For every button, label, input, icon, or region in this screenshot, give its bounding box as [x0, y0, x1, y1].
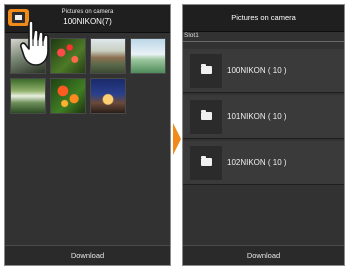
folder-icon	[201, 64, 212, 74]
folder-icon-box	[190, 146, 222, 180]
folder-icon-box	[190, 100, 222, 134]
folder-row-101nikon[interactable]: 101NIKON ( 10 )	[183, 95, 344, 139]
right-download-button[interactable]: Download	[183, 245, 344, 265]
transition-arrow-icon	[173, 123, 181, 155]
left-screen: Pictures on camera 100NIKON(7) Download	[4, 4, 171, 266]
folder-name: 100NIKON ( 10 )	[227, 66, 287, 75]
folder-row-100nikon[interactable]: 100NIKON ( 10 )	[183, 49, 344, 93]
tap-hand-icon	[20, 20, 49, 66]
right-header-title: Pictures on camera	[183, 5, 344, 32]
folder-icon	[201, 110, 212, 120]
right-screen: Pictures on camera Slot1 100NIKON ( 10 )…	[182, 4, 345, 266]
photo-thumbnail[interactable]	[10, 78, 46, 114]
folder-row-102nikon[interactable]: 102NIKON ( 10 )	[183, 141, 344, 185]
folder-name: 102NIKON ( 10 )	[227, 158, 287, 167]
left-header-title: Pictures on camera	[61, 9, 114, 15]
folder-icon	[201, 156, 212, 166]
slot-label: Slot1	[184, 32, 199, 39]
folder-icon-box	[190, 54, 222, 88]
folder-name: 101NIKON ( 10 )	[227, 112, 287, 121]
slot-divider	[183, 41, 344, 42]
photo-thumbnail[interactable]	[130, 38, 166, 74]
photo-thumbnail[interactable]	[90, 38, 126, 74]
photo-thumbnail[interactable]	[90, 78, 126, 114]
photo-thumbnail[interactable]	[50, 78, 86, 114]
left-download-button[interactable]: Download	[5, 245, 170, 265]
